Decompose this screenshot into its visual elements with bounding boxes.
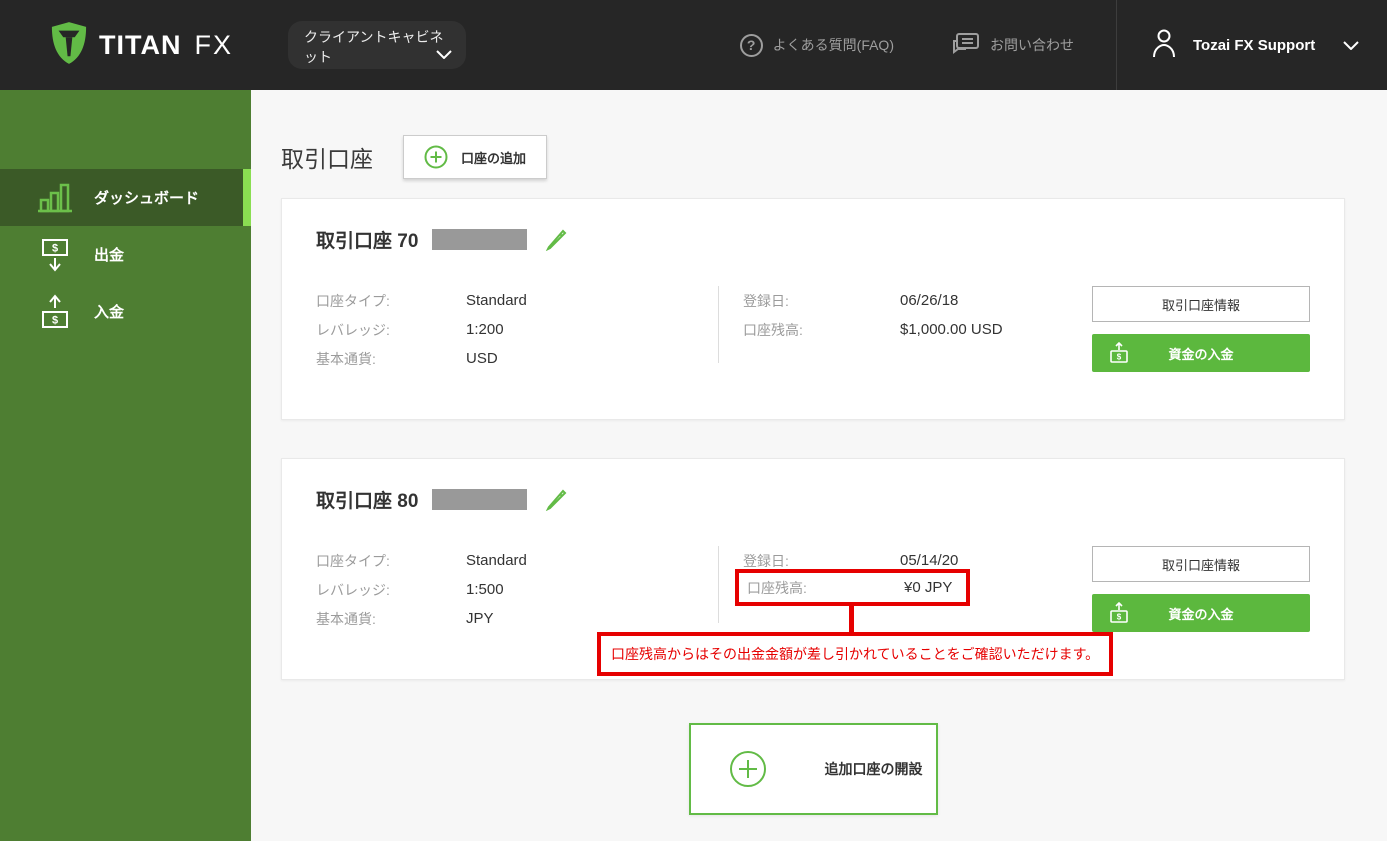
detail-row: レバレッジ: 1:500 [316, 575, 718, 604]
add-account-button[interactable]: 口座の追加 [403, 135, 548, 179]
summary-row: 登録日: 06/26/18 [743, 286, 1023, 315]
svg-text:$: $ [1117, 613, 1122, 622]
withdraw-icon: $ [36, 237, 74, 273]
client-cabinet-label: クライアントキャビネット [304, 29, 444, 66]
deposit-funds-button[interactable]: $ 資金の入金 [1092, 334, 1310, 372]
sidebar-item-withdrawal[interactable]: $ 出金 [0, 226, 251, 283]
sidebar-item-label: 出金 [94, 247, 125, 264]
detail-value: 1:500 [466, 581, 504, 598]
account-info-button[interactable]: 取引口座情報 [1092, 286, 1310, 322]
detail-label: レバレッジ: [316, 321, 390, 338]
faq-label: よくある質問(FAQ) [772, 37, 894, 53]
shield-icon [50, 21, 88, 70]
account-title: 取引口座 70 [316, 231, 419, 252]
summary-value: $1,000.00 USD [900, 321, 1003, 338]
contact-label: お問い合わせ [990, 37, 1074, 53]
detail-row: 口座タイプ: Standard [316, 546, 718, 575]
annotation-callout: 口座残高からはその出金金額が差し引かれていることをご確認いただけます。 [597, 632, 1114, 676]
bar-chart-icon [36, 181, 74, 215]
faq-link[interactable]: ? よくある質問(FAQ) [739, 33, 894, 57]
sidebar-item-label: 入金 [94, 304, 125, 321]
open-additional-account-button[interactable]: 追加口座の開設 [688, 723, 938, 815]
chevron-down-icon [436, 50, 452, 59]
svg-text:$: $ [1117, 353, 1122, 362]
balance-row-highlighted: 口座残高: ¥0 JPY [735, 569, 970, 606]
edit-pencil-icon[interactable] [545, 488, 568, 511]
detail-row: 基本通貨: JPY [316, 604, 718, 633]
svg-text:$: $ [52, 242, 58, 254]
sidebar-item-label: ダッシュボード [94, 190, 200, 207]
deposit-funds-button[interactable]: $ 資金の入金 [1092, 594, 1310, 632]
plus-circle-icon [424, 145, 448, 169]
deposit-icon: $ [36, 293, 74, 330]
detail-row: 口座タイプ: Standard [316, 286, 718, 315]
contact-link[interactable]: お問い合わせ [952, 32, 1074, 59]
deposit-box-icon: $ [1110, 602, 1128, 623]
deposit-funds-label: 資金の入金 [1168, 606, 1234, 622]
detail-value: JPY [466, 610, 494, 627]
sidebar-item-deposit[interactable]: $ 入金 [0, 283, 251, 340]
user-name: Tozai FX Support [1193, 36, 1316, 54]
summary-label: 登録日: [743, 552, 789, 569]
brand-name: TITAN [99, 29, 182, 60]
account-info-button[interactable]: 取引口座情報 [1092, 546, 1310, 582]
top-header: TITAN FX クライアントキャビネット ? よくある質問(FAQ) お問い合… [0, 0, 1387, 90]
card-divider [718, 286, 719, 363]
card-divider [718, 546, 719, 623]
summary-value: 05/14/20 [900, 552, 959, 569]
detail-label: 口座タイプ: [316, 292, 390, 309]
summary-value: ¥0 JPY [904, 579, 953, 596]
question-circle-icon: ? [739, 33, 763, 57]
detail-value: 1:200 [466, 321, 504, 338]
deposit-funds-label: 資金の入金 [1168, 346, 1234, 362]
detail-label: 基本通貨: [316, 350, 376, 367]
open-additional-account-label: 追加口座の開設 [824, 761, 923, 777]
client-cabinet-dropdown[interactable]: クライアントキャビネット [288, 21, 466, 69]
summary-row: 口座残高: $1,000.00 USD [743, 315, 1023, 344]
chevron-down-icon [1343, 40, 1359, 50]
detail-label: 基本通貨: [316, 610, 376, 627]
detail-label: レバレッジ: [316, 581, 390, 598]
svg-text:$: $ [52, 314, 58, 326]
account-card-2: 取引口座 80 口座タイプ: Standard レバレッジ: 1:500 基本通… [281, 458, 1345, 680]
detail-value: USD [466, 350, 498, 367]
page-title: 取引口座 [281, 146, 373, 172]
summary-label: 口座残高: [747, 579, 807, 596]
user-menu[interactable]: Tozai FX Support [1117, 28, 1387, 63]
summary-label: 口座残高: [743, 321, 803, 338]
account-title: 取引口座 80 [316, 491, 419, 512]
edit-pencil-icon[interactable] [545, 228, 568, 251]
sidebar-item-dashboard[interactable]: ダッシュボード [0, 169, 251, 226]
detail-value: Standard [466, 552, 527, 569]
summary-label: 登録日: [743, 292, 789, 309]
brand-suffix: FX [194, 29, 233, 60]
masked-account-number [432, 229, 528, 250]
brand-logo[interactable]: TITAN FX [50, 21, 233, 70]
add-account-label: 口座の追加 [461, 150, 527, 166]
person-icon [1151, 28, 1177, 63]
detail-row: レバレッジ: 1:200 [316, 315, 718, 344]
main-content: 取引口座 口座の追加 取引口座 70 口座タイプ: Standard レバレッジ… [251, 90, 1387, 841]
sidebar: ダッシュボード $ 出金 $ 入金 [0, 90, 251, 841]
detail-row: 基本通貨: USD [316, 344, 718, 373]
chat-icon [952, 32, 980, 59]
summary-value: 06/26/18 [900, 292, 959, 309]
deposit-box-icon: $ [1110, 342, 1128, 363]
plus-circle-icon [729, 751, 766, 787]
detail-label: 口座タイプ: [316, 552, 390, 569]
masked-account-number [432, 489, 528, 510]
account-card-1: 取引口座 70 口座タイプ: Standard レバレッジ: 1:200 基本通… [281, 198, 1345, 420]
annotation-connector-line [849, 606, 854, 633]
detail-value: Standard [466, 292, 527, 309]
